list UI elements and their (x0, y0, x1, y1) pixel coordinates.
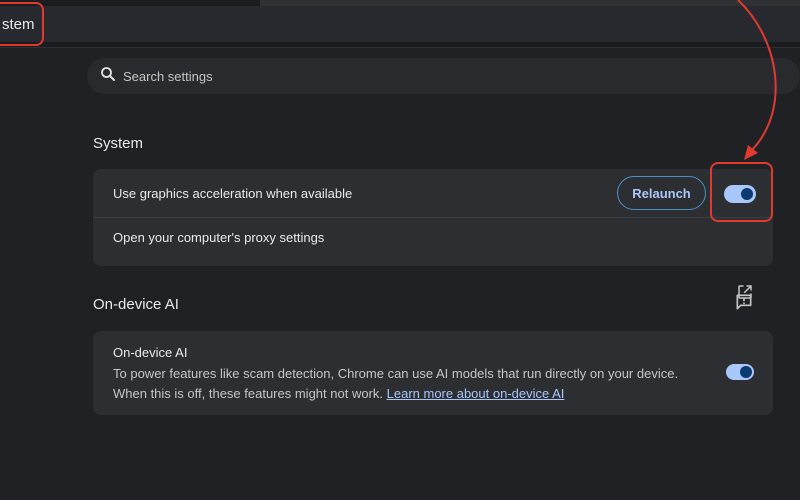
graphics-acceleration-label: Use graphics acceleration when available (113, 185, 353, 201)
search-icon (99, 65, 117, 88)
sidebar-item-system[interactable]: stem (0, 2, 44, 46)
proxy-settings-row[interactable]: Open your computer's proxy settings (93, 218, 773, 299)
annotation-highlight-box (710, 162, 773, 222)
system-card: Use graphics acceleration when available… (93, 169, 773, 299)
relaunch-button[interactable]: Relaunch (617, 176, 706, 210)
toolbar (0, 6, 800, 42)
proxy-settings-label: Open your computer's proxy settings (113, 230, 325, 245)
on-device-ai-description: To power features like scam detection, C… (113, 364, 703, 404)
toggle-knob (740, 366, 752, 378)
sidebar-item-label: stem (2, 15, 35, 33)
search-input[interactable] (123, 68, 523, 84)
graphics-acceleration-row: Use graphics acceleration when available… (93, 169, 773, 217)
on-device-ai-card: On-device AI To power features like scam… (93, 331, 773, 415)
on-device-ai-toggle[interactable] (726, 364, 754, 380)
section-title-system: System (93, 135, 144, 152)
feedback-icon[interactable] (734, 292, 754, 312)
section-title-on-device-ai: On-device AI (93, 296, 179, 313)
top-bar (0, 0, 800, 48)
on-device-ai-title: On-device AI (113, 345, 188, 360)
learn-more-link[interactable]: Learn more about on-device AI (387, 386, 565, 401)
search-bar[interactable] (87, 58, 800, 94)
